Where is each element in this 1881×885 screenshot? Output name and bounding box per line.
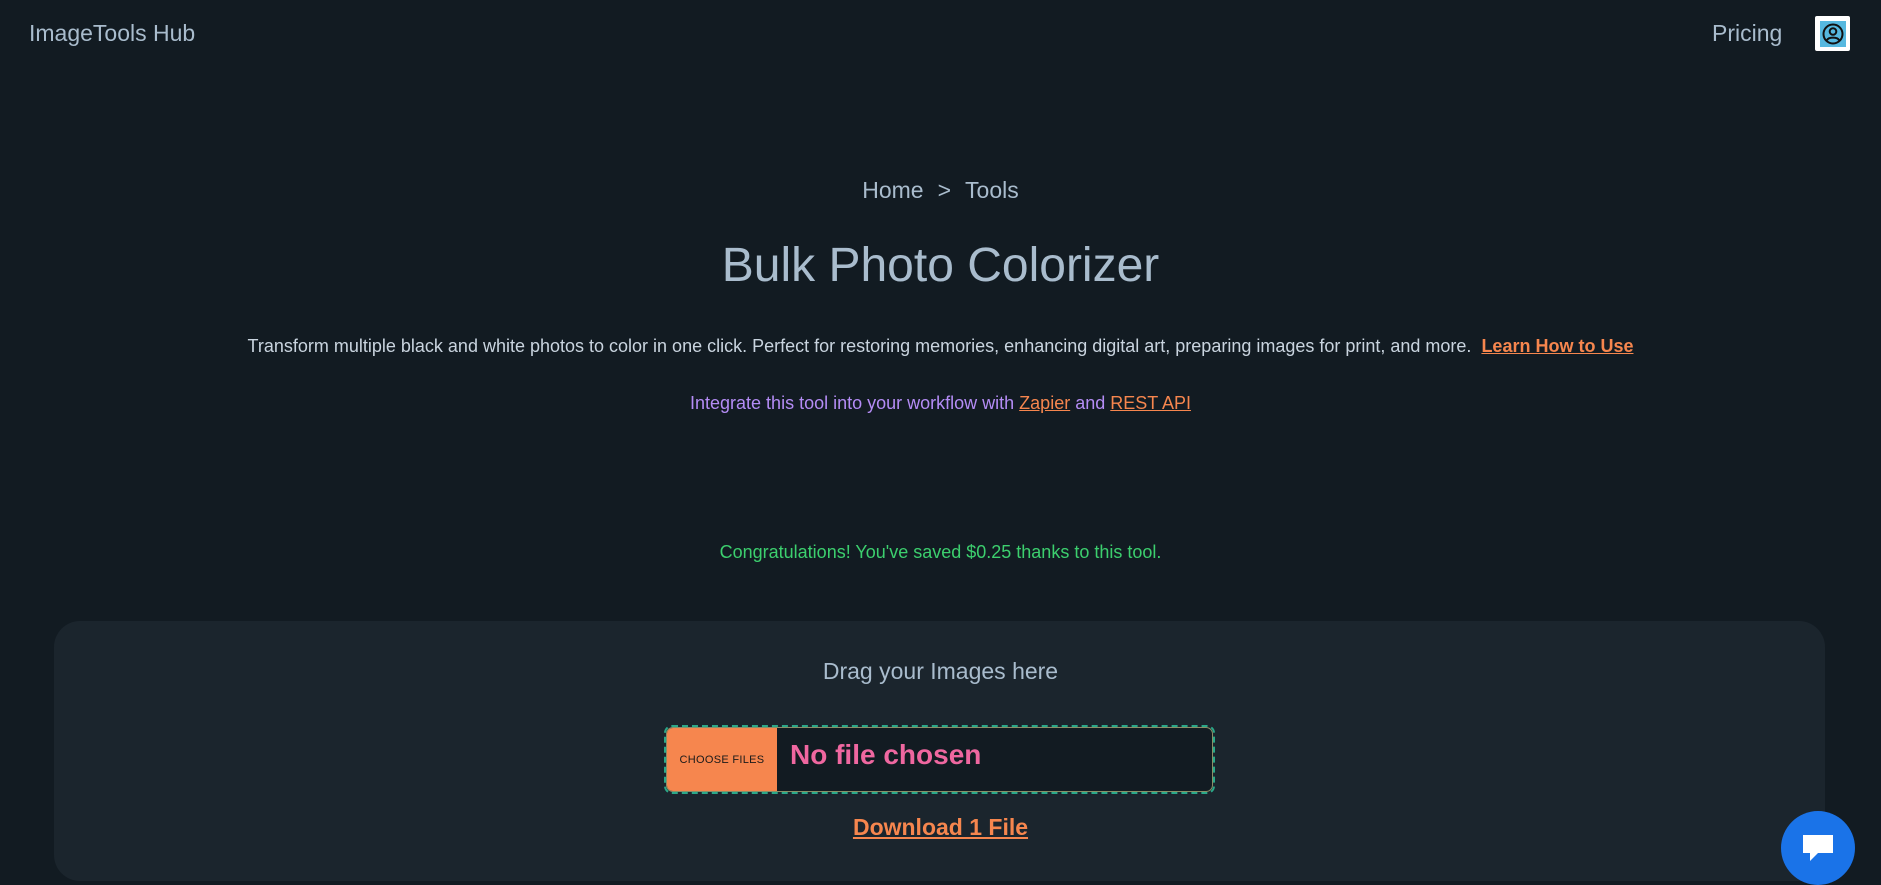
integrate-text: Integrate this tool into your workflow w…	[690, 393, 1015, 413]
integrate-and-text: and	[1075, 393, 1106, 413]
breadcrumb: Home > Tools	[0, 177, 1881, 204]
rest-api-link[interactable]: REST API	[1110, 393, 1191, 413]
file-status-text: No file chosen	[790, 739, 982, 770]
breadcrumb-tools[interactable]: Tools	[965, 177, 1019, 204]
learn-how-to-use-link[interactable]: Learn How to Use	[1481, 336, 1633, 356]
account-button[interactable]	[1815, 16, 1850, 51]
tool-description: Transform multiple black and white photo…	[0, 336, 1881, 357]
choose-files-button[interactable]: CHOOSE FILES	[667, 728, 777, 791]
top-navbar: ImageTools Hub Pricing	[0, 0, 1881, 70]
drag-images-label: Drag your Images here	[822, 658, 1059, 684]
user-circle-icon	[1819, 20, 1846, 47]
breadcrumb-separator: >	[937, 177, 952, 203]
page-title: Bulk Photo Colorizer	[721, 239, 1160, 292]
description-text: Transform multiple black and white photo…	[247, 336, 1472, 356]
chat-bubble-icon	[1803, 835, 1833, 861]
pricing-link[interactable]: Pricing	[1712, 20, 1782, 47]
chat-widget-button[interactable]	[1781, 811, 1855, 885]
download-file-link[interactable]: Download 1 File	[0, 814, 1881, 841]
breadcrumb-home[interactable]: Home	[862, 177, 923, 204]
zapier-link[interactable]: Zapier	[1019, 393, 1070, 413]
savings-message: Congratulations! You've saved $0.25 than…	[719, 542, 1162, 562]
brand-logo-link[interactable]: ImageTools Hub	[29, 20, 195, 47]
file-input[interactable]: CHOOSE FILES No file chosen	[666, 727, 1213, 792]
integration-note: Integrate this tool into your workflow w…	[0, 393, 1881, 414]
